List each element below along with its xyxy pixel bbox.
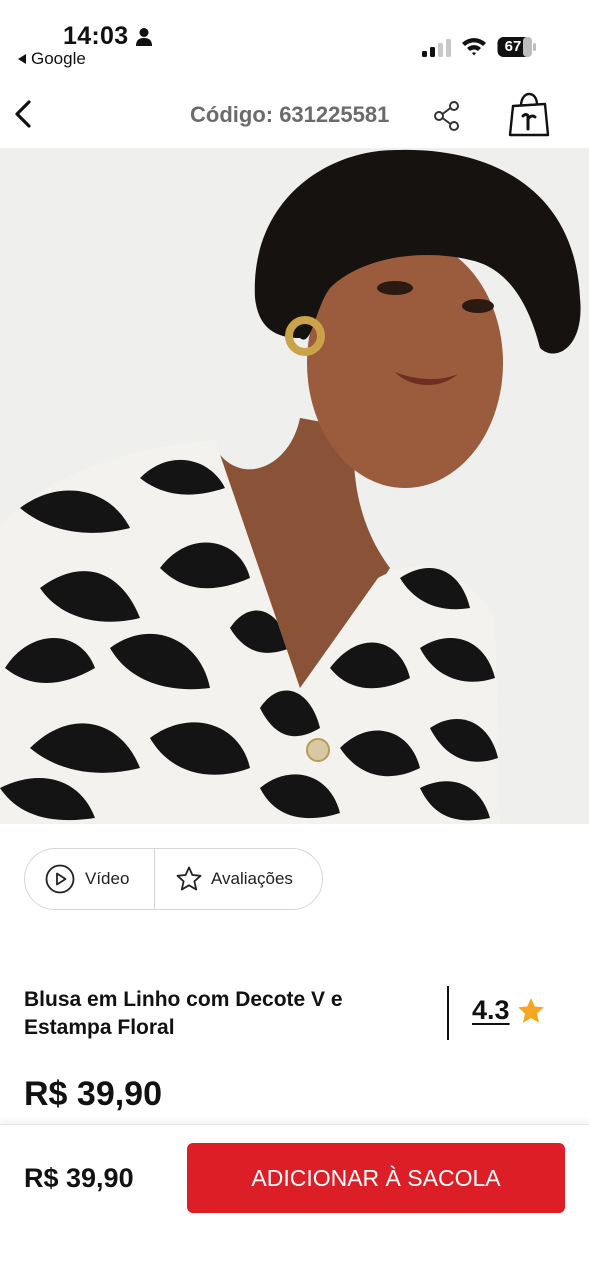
reviews-label: Avaliações — [211, 869, 293, 888]
product-title: Blusa em Linho com Decote V e Estampa Fl… — [24, 988, 343, 1039]
rating-value: 4.3 — [472, 995, 510, 1025]
person-icon — [136, 28, 152, 46]
share-icon[interactable] — [432, 100, 462, 132]
back-chevron-icon[interactable] — [10, 94, 38, 134]
signal-icon — [422, 39, 451, 57]
battery-icon: 67 — [497, 36, 537, 58]
bottom-price: R$ 39,90 — [24, 1163, 134, 1193]
status-bar: 14:03 Google 67 — [0, 0, 589, 78]
product-code: Código: 631225581 — [190, 102, 390, 127]
product-price: R$ 39,90 — [24, 1075, 162, 1113]
shopping-bag-icon[interactable] — [506, 92, 552, 138]
product-image[interactable] — [0, 148, 589, 824]
bottom-purchase-bar: R$ 39,90 ADICIONAR À SACOLA — [0, 1124, 589, 1280]
star-filled-icon — [517, 997, 544, 1023]
back-app-label: Google — [31, 49, 86, 68]
reviews-button[interactable]: Avaliações — [155, 849, 293, 909]
battery-level: 67 — [504, 38, 522, 55]
play-circle-icon — [45, 864, 75, 894]
media-toggle: Vídeo Avaliações — [24, 848, 323, 910]
add-to-bag-button[interactable]: ADICIONAR À SACOLA — [187, 1143, 565, 1213]
back-to-app-link[interactable]: Google — [18, 49, 86, 69]
status-time: 14:03 — [63, 22, 129, 50]
wifi-icon — [462, 38, 486, 56]
rating-link[interactable]: 4.3 — [472, 995, 546, 1026]
back-triangle-icon — [18, 54, 26, 64]
star-outline-icon — [176, 866, 202, 891]
top-nav-bar: Código: 631225581 — [0, 80, 589, 148]
title-rating-divider — [447, 986, 449, 1040]
video-button[interactable]: Vídeo — [25, 849, 155, 909]
video-label: Vídeo — [85, 869, 130, 888]
